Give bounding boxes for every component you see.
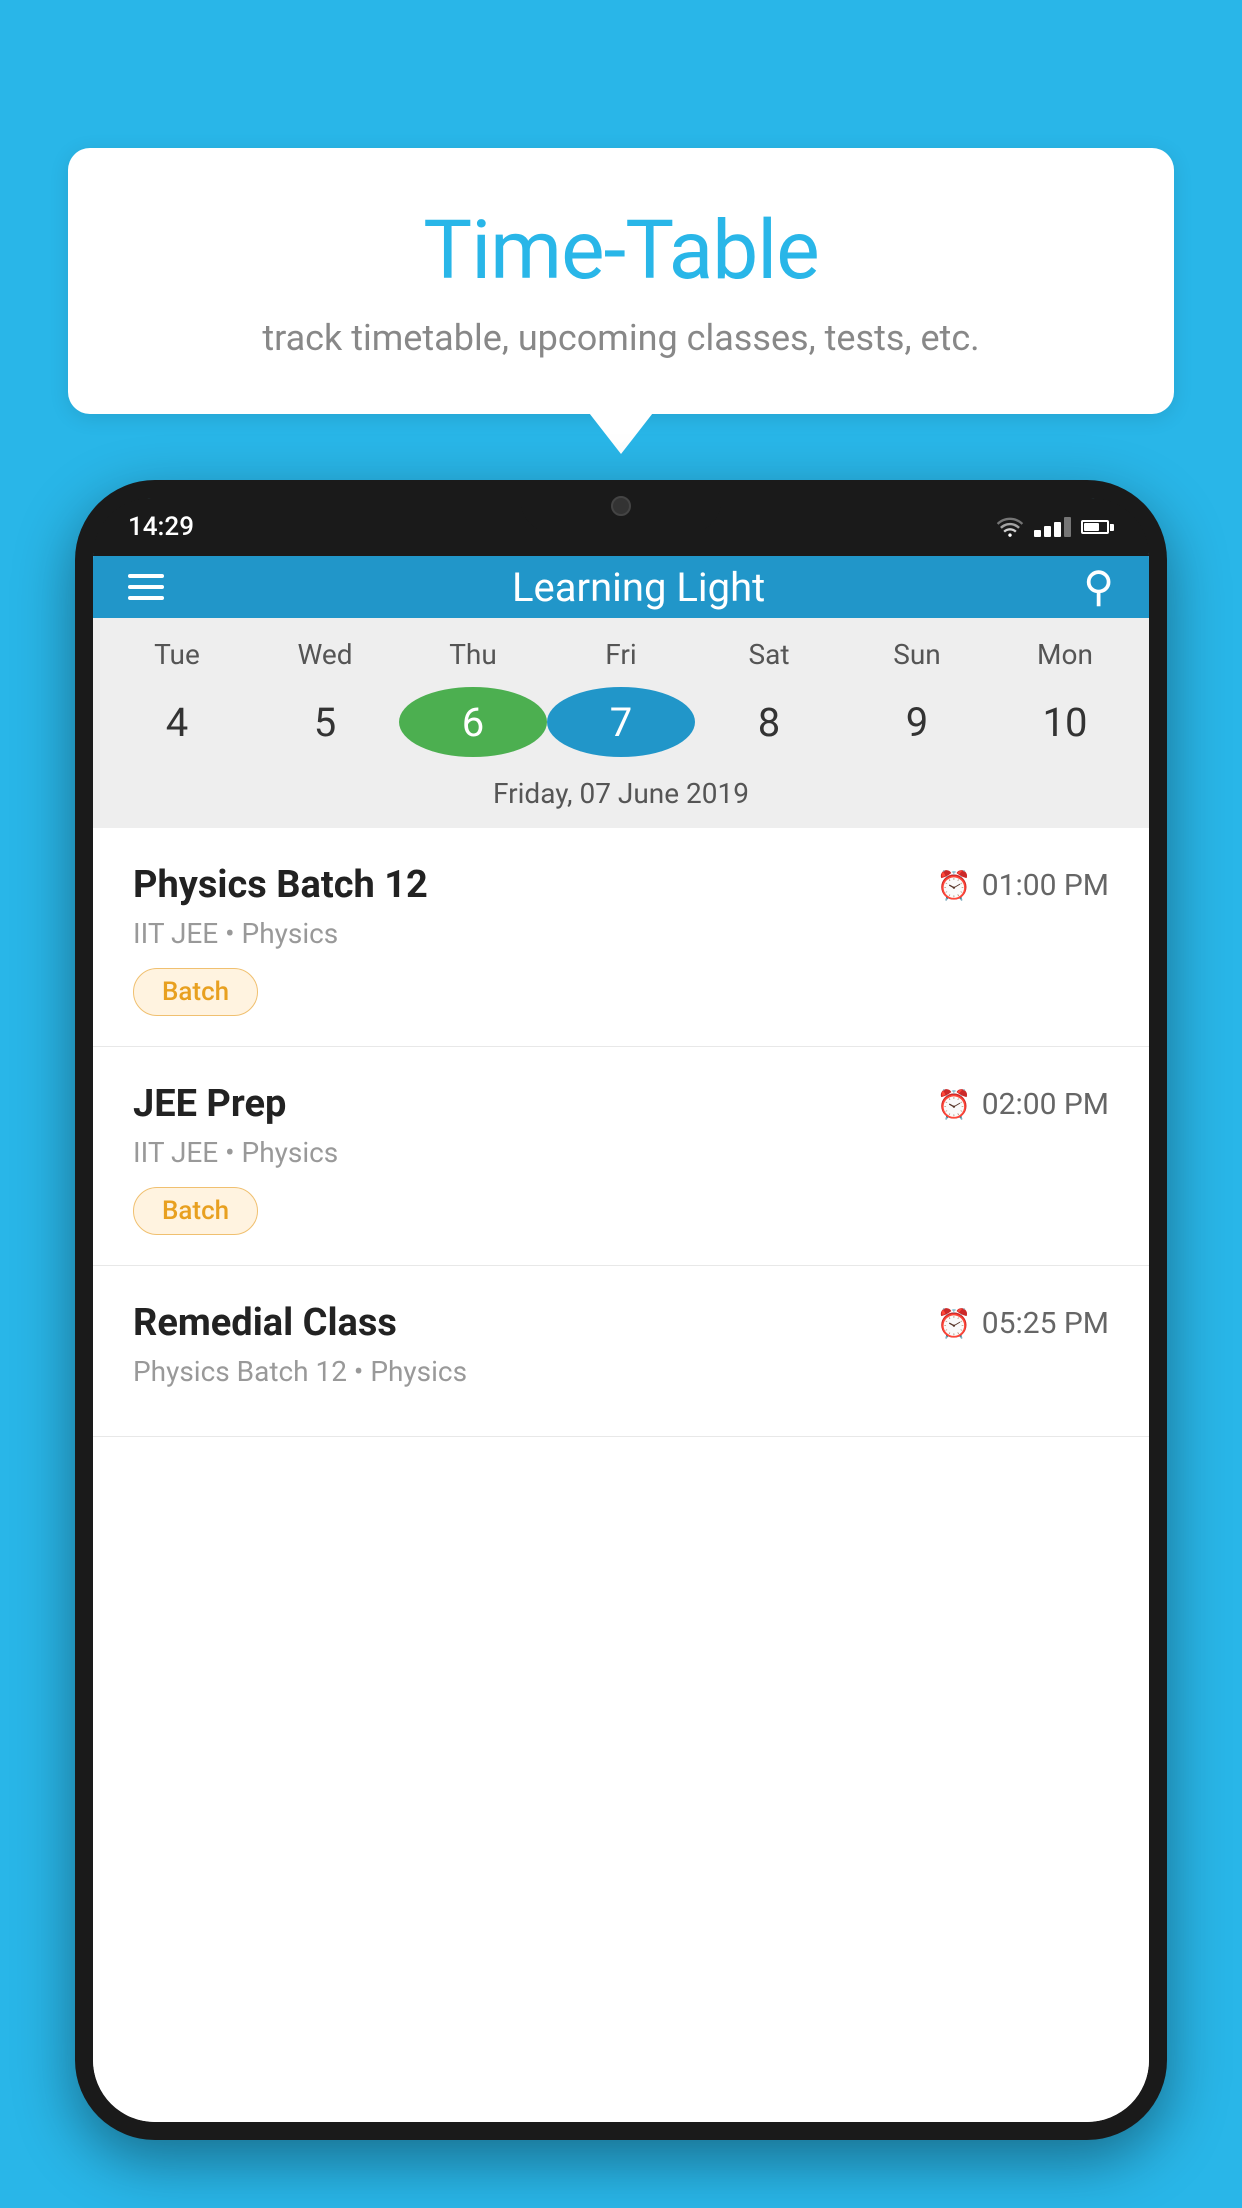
day-7-selected[interactable]: 7 [547,687,695,757]
app-title: Learning Light [194,564,1083,611]
speech-bubble-container: Time-Table track timetable, upcoming cla… [68,148,1174,414]
wifi-icon [996,516,1024,538]
day-8[interactable]: 8 [695,687,843,757]
batch-badge-1: Batch [133,968,258,1016]
day-name-thu: Thu [399,638,547,671]
notch [521,480,721,532]
batch-badge-2: Batch [133,1187,258,1235]
day-numbers-row: 4 5 6 7 8 9 10 [93,679,1149,777]
class-meta-2: IIT JEE • Physics [133,1136,1109,1169]
day-9[interactable]: 9 [843,687,991,757]
phone-container: 14:29 [75,480,1167,2208]
speech-bubble: Time-Table track timetable, upcoming cla… [68,148,1174,414]
selected-date-label: Friday, 07 June 2019 [93,777,1149,828]
bubble-title: Time-Table [128,203,1114,299]
phone-outer: 14:29 [75,480,1167,2140]
class-meta-3: Physics Batch 12 • Physics [133,1355,1109,1388]
class-item-physics-batch-12[interactable]: Physics Batch 12 ⏰ 01:00 PM IIT JEE • Ph… [93,828,1149,1047]
day-5[interactable]: 5 [251,687,399,757]
search-icon[interactable]: ⚲ [1083,562,1114,612]
day-name-mon: Mon [991,638,1139,671]
day-name-tue: Tue [103,638,251,671]
status-icons [996,516,1114,538]
class-time-3: ⏰ 05:25 PM [937,1306,1109,1341]
calendar-section: Tue Wed Thu Fri Sat Sun Mon 4 5 6 7 8 9 … [93,618,1149,828]
class-time-2: ⏰ 02:00 PM [937,1087,1109,1122]
day-4[interactable]: 4 [103,687,251,757]
class-time-1: ⏰ 01:00 PM [937,868,1109,903]
battery-icon [1081,520,1114,534]
class-item-header-1: Physics Batch 12 ⏰ 01:00 PM [133,863,1109,907]
clock-icon-2: ⏰ [937,1088,972,1121]
bubble-subtitle: track timetable, upcoming classes, tests… [128,317,1114,359]
camera-dot [611,496,631,516]
classes-list: Physics Batch 12 ⏰ 01:00 PM IIT JEE • Ph… [93,828,1149,2122]
class-item-header-3: Remedial Class ⏰ 05:25 PM [133,1301,1109,1345]
day-names-row: Tue Wed Thu Fri Sat Sun Mon [93,618,1149,679]
class-name-3: Remedial Class [133,1301,397,1345]
day-6-today[interactable]: 6 [399,687,547,757]
day-name-wed: Wed [251,638,399,671]
clock-icon-1: ⏰ [937,869,972,902]
day-10[interactable]: 10 [991,687,1139,757]
class-name-2: JEE Prep [133,1082,286,1126]
day-name-fri: Fri [547,638,695,671]
clock-icon-3: ⏰ [937,1307,972,1340]
hamburger-menu-icon[interactable] [128,574,164,600]
phone-screen: Learning Light ⚲ Tue Wed Thu Fri Sat Sun… [93,498,1149,2122]
class-item-remedial[interactable]: Remedial Class ⏰ 05:25 PM Physics Batch … [93,1266,1149,1437]
signal-bars-icon [1034,517,1071,537]
day-name-sun: Sun [843,638,991,671]
status-time: 14:29 [128,512,194,542]
class-item-header-2: JEE Prep ⏰ 02:00 PM [133,1082,1109,1126]
class-item-jee-prep[interactable]: JEE Prep ⏰ 02:00 PM IIT JEE • Physics Ba… [93,1047,1149,1266]
day-name-sat: Sat [695,638,843,671]
class-meta-1: IIT JEE • Physics [133,917,1109,950]
class-name-1: Physics Batch 12 [133,863,428,907]
